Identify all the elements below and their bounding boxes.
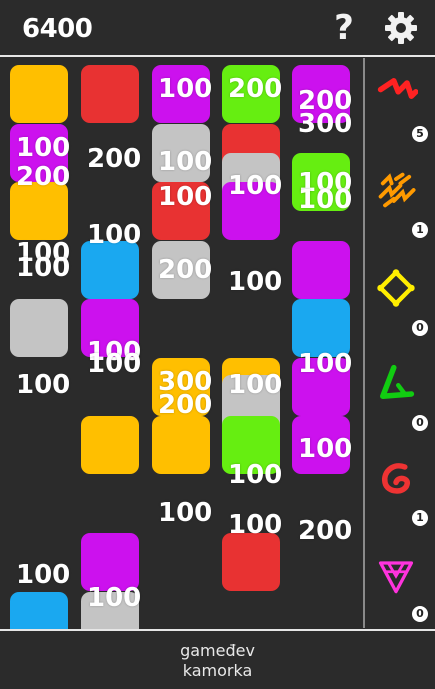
block-purple[interactable] [292,240,350,299]
score-popup: 100 [228,267,283,298]
score-popup: 100 [87,583,142,614]
score-popup: 100 [87,220,142,251]
block-yellow[interactable] [81,416,139,474]
powerup-count-badge: 0 [412,320,428,336]
score-popup: 100 [158,147,213,178]
powerup-count-badge: 5 [412,126,428,142]
score-display: 6400 [22,14,93,44]
score-popup: 100 [228,509,283,540]
spiral-red-icon [382,463,410,494]
block-grey[interactable] [10,299,68,357]
powerup-count-badge: 0 [412,606,428,622]
settings-button[interactable] [383,10,419,46]
powerup-count-badge: 0 [412,415,428,431]
game-board[interactable]: 100 200 200 300 100 200 200 100 100 100 100 100 100 1… [0,58,362,630]
score-popup: 100 [158,74,213,105]
diamond-yellow-icon [377,269,415,307]
score-popup: 100 [228,170,283,201]
score-popup: 100 [228,460,283,491]
score-popup: 300 [298,109,353,140]
powerup-triangle-green[interactable]: 0 [370,361,432,445]
brand-line-1: gameđev [180,641,255,660]
score-popup: 100 [16,559,71,590]
brand-line-2: kamorka [182,661,253,680]
powerup-diamond-yellow[interactable]: 0 [370,266,432,350]
powerup-spiral-red[interactable]: 1 [370,456,432,540]
score-popup: 200 [16,161,71,192]
block-red[interactable] [81,65,139,123]
powerup-count-badge: 1 [412,510,428,526]
footer-brand: gameđev kamorka [0,631,435,689]
score-popup: 200 [87,144,142,175]
powerup-triangles-pink[interactable]: 0 [370,552,432,636]
score-popup: 200 [158,389,213,420]
score-popup: 100 [298,433,353,464]
score-popup: 200 [228,74,283,105]
score-popup: 100 [298,349,353,380]
powerup-panel: 5 1 0 0 1 0 [366,58,435,630]
side-divider [363,58,365,628]
score-popup: 100 [16,369,71,400]
help-button[interactable]: ? [329,8,359,48]
gear-icon [385,12,417,44]
score-popup: 200 [158,255,213,286]
score-popup: 100 [228,369,283,400]
powerup-lightning-red[interactable]: 5 [370,72,432,156]
block-yellow[interactable] [10,65,68,123]
triangle-green-icon [380,364,415,399]
score-popup: 100 [87,349,142,380]
score-popup: 100 [16,132,71,163]
triangles-pink-icon [378,561,414,594]
powerup-lightning-orange[interactable]: 1 [370,168,432,252]
block-yellow[interactable] [152,416,210,474]
top-divider [0,55,435,57]
score-popup: 100 [158,182,213,213]
score-popup: 200 [298,515,353,546]
block-blue[interactable] [10,591,68,630]
score-popup: 100 [158,498,213,529]
lightning-orange-icon [378,172,416,208]
block-red[interactable] [222,533,280,591]
top-bar: 6400 ? [0,0,435,56]
lightning-red-icon [377,78,418,99]
score-popup: 100 [16,252,71,283]
score-popup: 100 [298,185,353,216]
powerup-count-badge: 1 [412,222,428,238]
